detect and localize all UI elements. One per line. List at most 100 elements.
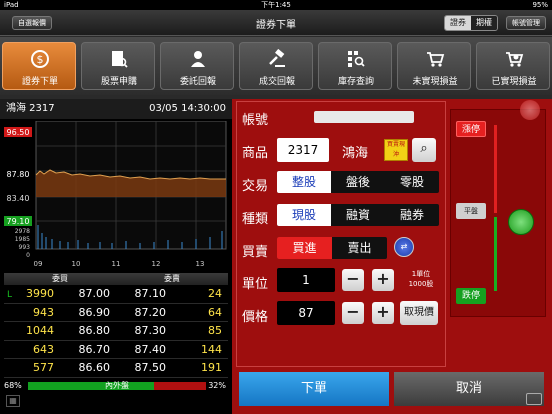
price-label: 價格: [242, 310, 269, 325]
menu-ipo-subscription[interactable]: 股票申購: [81, 42, 155, 90]
ask-header: 委賣: [164, 274, 180, 283]
take-market-price-button[interactable]: 取現價: [400, 301, 438, 325]
market-segment[interactable]: 證券 期權: [444, 15, 498, 31]
menu-label: 成交回報: [258, 77, 295, 87]
bid-price[interactable]: 87.00: [60, 285, 116, 303]
menu-trade-report[interactable]: 成交回報: [239, 42, 313, 90]
day-trade-badge: 買賣現沖: [384, 139, 408, 161]
unit-increment-button[interactable]: +: [372, 269, 394, 291]
dollar-coin-icon: $: [31, 50, 49, 68]
clock: 下午1:45: [261, 1, 291, 9]
menu-label: 委託回報: [179, 77, 216, 87]
menu-label: 證券下單: [21, 77, 58, 87]
menu-inventory-query[interactable]: 庫存查詢: [318, 42, 392, 90]
flat-price-button[interactable]: 平盤: [456, 203, 486, 219]
product-code-input[interactable]: 2317: [277, 138, 329, 162]
sell-ratio: 32%: [208, 381, 226, 390]
bid-volume: 943: [33, 305, 54, 319]
assistive-touch-icon[interactable]: [520, 100, 540, 120]
quote-header: 鴻海 2317 03/05 14:30:00: [0, 99, 232, 119]
book-row[interactable]: 1044 86.80 87.30 85: [4, 322, 228, 341]
bid-volume: 1044: [26, 324, 54, 337]
trade-session-selector[interactable]: 整股 盤後 零股: [277, 171, 439, 193]
search-product-button[interactable]: ⌕: [412, 138, 436, 162]
price-input[interactable]: 87: [277, 301, 335, 325]
bid-header: 委買: [52, 274, 68, 283]
trade-option-odd-lot[interactable]: 零股: [385, 171, 439, 193]
unit-label: 單位: [242, 277, 269, 292]
stock-name: 鴻海 2317: [6, 103, 55, 114]
volume-axis-0: 2978: [15, 228, 30, 235]
type-label: 種類: [242, 212, 269, 227]
ask-price[interactable]: 87.30: [116, 322, 172, 340]
unit-decrement-button[interactable]: −: [342, 269, 364, 291]
intraday-chart[interactable]: 96.50 87.80 83.40 79.10 2978 1985 993 0 …: [0, 121, 232, 271]
order-book: 委買 委賣 3990 87.00 87.10 24 943 86.90 87.2…: [4, 273, 228, 378]
book-row[interactable]: 943 86.90 87.20 64: [4, 304, 228, 322]
product-label: 商品: [242, 146, 269, 161]
bid-price[interactable]: 86.80: [60, 322, 116, 340]
time-axis-3: 12: [152, 260, 161, 268]
price-axis-ref: 87.80: [7, 170, 30, 179]
type-option-margin[interactable]: 融資: [331, 204, 385, 226]
ratio-label: 內外盤: [105, 381, 129, 390]
volume-axis-1: 1985: [15, 236, 30, 243]
ask-price[interactable]: 87.20: [116, 304, 172, 322]
menu-label: 股票申購: [100, 77, 137, 87]
bid-price[interactable]: 86.90: [60, 304, 116, 322]
book-row[interactable]: 3990 87.00 87.10 24: [4, 285, 228, 304]
book-row[interactable]: 643 86.70 87.40 144: [4, 341, 228, 359]
unit-input[interactable]: 1: [277, 268, 335, 292]
ask-price[interactable]: 87.40: [116, 341, 172, 359]
bid-price[interactable]: 86.60: [60, 359, 116, 377]
window-icon[interactable]: [526, 393, 542, 405]
volume-axis-3: 0: [26, 252, 30, 259]
account-management-button[interactable]: 帳號管理: [506, 16, 546, 30]
time-axis-2: 11: [112, 260, 121, 268]
inner-outer-ratio: 68% 內外盤 32%: [0, 380, 232, 392]
book-row[interactable]: 577 86.60 87.50 191: [4, 359, 228, 378]
quote-datetime: 03/05 14:30:00: [149, 103, 226, 114]
price-decrement-button[interactable]: −: [342, 302, 364, 324]
bid-volume: 643: [33, 342, 54, 356]
menu-order-report[interactable]: 委託回報: [160, 42, 234, 90]
function-menu: $ 證券下單 股票申購 委託回報 成交回報 庫存查詢 未實現損益 已實現損益: [0, 37, 552, 95]
trade-option-after-hours[interactable]: 盤後: [331, 171, 385, 193]
swap-side-icon[interactable]: ⇄: [394, 237, 414, 257]
unit-note: 1單位 1000股: [408, 270, 434, 288]
menu-unrealized-pnl[interactable]: 未實現損益: [397, 42, 471, 90]
volume-axis-2: 993: [19, 244, 31, 251]
trade-option-regular[interactable]: 整股: [277, 171, 331, 193]
side-option-buy[interactable]: 買進: [277, 237, 332, 259]
price-increment-button[interactable]: +: [372, 302, 394, 324]
document-search-icon: [112, 51, 128, 68]
gavel-icon: [269, 49, 285, 67]
time-axis-0: 09: [34, 260, 43, 268]
order-type-selector[interactable]: 現股 融資 融券: [277, 204, 439, 226]
quote-panel: 鴻海 2317 03/05 14:30:00 96.50 87.80 83.40…: [0, 99, 232, 414]
bid-price[interactable]: 86.70: [60, 341, 116, 359]
account-field[interactable]: [314, 111, 414, 123]
price-slider-knob[interactable]: [508, 209, 534, 235]
place-order-button[interactable]: 下單: [239, 372, 389, 406]
buy-sell-selector[interactable]: 買進 賣出: [277, 237, 387, 259]
up-range-line: [494, 125, 497, 213]
menu-label: 庫存查詢: [337, 77, 374, 87]
menu-realized-pnl[interactable]: 已實現損益: [476, 42, 550, 90]
tab-securities[interactable]: 證券: [445, 16, 471, 30]
bid-volume: 577: [33, 361, 54, 374]
product-name: 鴻海: [342, 146, 369, 161]
menu-label: 已實現損益: [491, 77, 537, 87]
type-option-cash[interactable]: 現股: [277, 204, 331, 226]
keypad-icon[interactable]: ▦: [6, 395, 20, 407]
order-panel: 帳號 商品 2317 鴻海 買賣現沖 ⌕ 交易 整股 盤後 零股 種類 現股 融…: [232, 99, 552, 414]
limit-down-button[interactable]: 跌停: [456, 288, 486, 304]
ask-price[interactable]: 87.50: [116, 359, 172, 377]
tab-futures-options[interactable]: 期權: [471, 16, 497, 30]
menu-securities-order[interactable]: $ 證券下單: [2, 42, 76, 90]
side-option-sell[interactable]: 賣出: [332, 237, 387, 259]
cancel-button[interactable]: 取消: [394, 372, 544, 406]
ask-price[interactable]: 87.10: [116, 285, 172, 303]
type-option-short[interactable]: 融券: [385, 204, 439, 226]
limit-up-button[interactable]: 漲停: [456, 121, 486, 137]
